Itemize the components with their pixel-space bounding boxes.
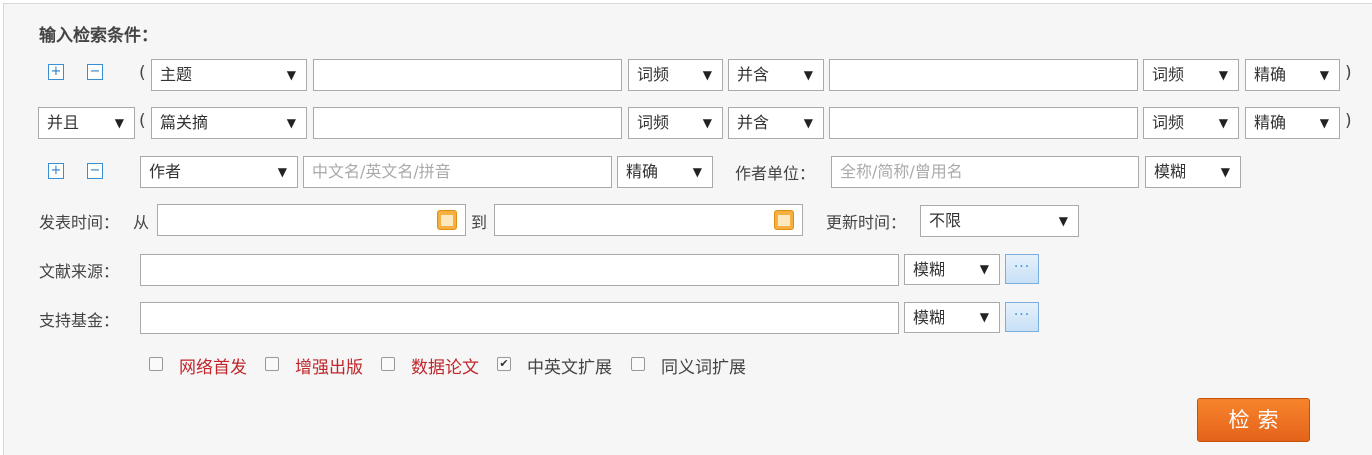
source-match-value: 模糊: [913, 260, 946, 279]
match-select-2-value: 精确: [1254, 113, 1287, 132]
date-from-input[interactable]: [157, 204, 466, 236]
close-paren: ): [1345, 63, 1352, 83]
remove-author-icon[interactable]: −: [87, 163, 103, 179]
checkbox-cn-en-expand[interactable]: ✔: [497, 357, 511, 371]
freq-select-1b-value: 词频: [1152, 65, 1185, 84]
panel-title: 输入检索条件：: [39, 26, 158, 46]
fund-label: 支持基金：: [39, 311, 120, 330]
logic-select-2[interactable]: 并且 ▼: [38, 107, 135, 139]
author-field-select[interactable]: 作者 ▼: [140, 156, 298, 188]
freq-select-2b-value: 词频: [1152, 113, 1185, 132]
match-select-1-value: 精确: [1254, 65, 1287, 84]
chevron-down-icon: ▼: [286, 68, 296, 82]
logic-select-2-value: 并且: [47, 113, 80, 132]
chevron-down-icon: ▼: [1058, 214, 1068, 228]
publish-time-label: 发表时间：: [39, 213, 120, 232]
field-select-2[interactable]: 篇关摘 ▼: [151, 107, 307, 139]
date-to-label: 到: [471, 213, 488, 232]
checkbox-synonym-expand[interactable]: [631, 357, 645, 371]
chevron-down-icon: ▼: [1218, 116, 1228, 130]
chevron-down-icon: ▼: [1220, 165, 1230, 179]
fund-more-button[interactable]: ···: [1005, 302, 1039, 332]
relation-select-1-value: 并含: [737, 65, 770, 84]
source-more-button[interactable]: ···: [1005, 254, 1039, 284]
remove-row-icon[interactable]: −: [87, 64, 103, 80]
update-time-select[interactable]: 不限 ▼: [920, 205, 1079, 237]
checkbox-data-paper[interactable]: [381, 357, 395, 371]
freq-select-1b[interactable]: 词频 ▼: [1143, 59, 1239, 91]
match-select-2[interactable]: 精确 ▼: [1245, 107, 1340, 139]
fund-match-value: 模糊: [913, 308, 946, 327]
match-select-1[interactable]: 精确 ▼: [1245, 59, 1340, 91]
relation-select-2-value: 并含: [737, 113, 770, 132]
chevron-down-icon: ▼: [114, 116, 124, 130]
field-select-1[interactable]: 主题 ▼: [151, 59, 307, 91]
update-time-label: 更新时间：: [826, 213, 907, 232]
field-select-2-value: 篇关摘: [160, 113, 209, 132]
chevron-down-icon: ▼: [277, 165, 287, 179]
fund-input[interactable]: [140, 302, 899, 334]
search-button[interactable]: 检索: [1197, 398, 1310, 442]
chevron-down-icon: ▼: [1319, 116, 1329, 130]
checkbox-enhanced-pub[interactable]: [265, 357, 279, 371]
author-field-select-value: 作者: [149, 162, 182, 181]
checkbox-online-first[interactable]: [149, 357, 163, 371]
keyword-input-1b[interactable]: [829, 59, 1138, 91]
chevron-down-icon: ▼: [803, 116, 813, 130]
update-time-value: 不限: [929, 211, 962, 230]
relation-select-2[interactable]: 并含 ▼: [728, 107, 824, 139]
freq-select-2a-value: 词频: [637, 113, 670, 132]
freq-select-1a-value: 词频: [637, 65, 670, 84]
author-match-select[interactable]: 精确 ▼: [617, 156, 713, 188]
open-paren: (: [139, 111, 146, 131]
option-online-first-label[interactable]: 网络首发: [179, 353, 247, 378]
source-input[interactable]: [140, 254, 899, 286]
date-from-label: 从: [133, 213, 150, 232]
close-paren: ): [1345, 111, 1352, 131]
chevron-down-icon: ▼: [692, 165, 702, 179]
date-to-input[interactable]: [494, 204, 803, 236]
keyword-input-2b[interactable]: [829, 107, 1138, 139]
chevron-down-icon: ▼: [702, 116, 712, 130]
author-match-select-value: 精确: [626, 162, 659, 181]
open-paren: (: [139, 63, 146, 83]
calendar-icon[interactable]: [437, 210, 457, 230]
author-unit-match-value: 模糊: [1154, 162, 1187, 181]
freq-select-1a[interactable]: 词频 ▼: [628, 59, 723, 91]
chevron-down-icon: ▼: [979, 310, 989, 324]
author-unit-match-select[interactable]: 模糊 ▼: [1145, 156, 1241, 188]
relation-select-1[interactable]: 并含 ▼: [728, 59, 824, 91]
add-row-icon[interactable]: +: [48, 64, 64, 80]
freq-select-2a[interactable]: 词频 ▼: [628, 107, 723, 139]
option-enhanced-pub-label[interactable]: 增强出版: [295, 353, 363, 378]
source-label: 文献来源：: [39, 262, 120, 281]
chevron-down-icon: ▼: [286, 116, 296, 130]
keyword-input-1a[interactable]: [313, 59, 622, 91]
source-match-select[interactable]: 模糊 ▼: [904, 254, 1000, 285]
chevron-down-icon: ▼: [1218, 68, 1228, 82]
calendar-icon[interactable]: [774, 210, 794, 230]
keyword-input-2a[interactable]: [313, 107, 622, 139]
freq-select-2b[interactable]: 词频 ▼: [1143, 107, 1239, 139]
option-cn-en-expand-label[interactable]: 中英文扩展: [527, 353, 612, 378]
chevron-down-icon: ▼: [702, 68, 712, 82]
author-unit-input[interactable]: 全称/简称/曾用名: [831, 156, 1139, 188]
author-unit-label: 作者单位：: [735, 164, 816, 183]
fund-match-select[interactable]: 模糊 ▼: [904, 302, 1000, 333]
add-author-icon[interactable]: +: [48, 163, 64, 179]
field-select-1-value: 主题: [160, 65, 193, 84]
chevron-down-icon: ▼: [1319, 68, 1329, 82]
chevron-down-icon: ▼: [803, 68, 813, 82]
author-name-input[interactable]: 中文名/英文名/拼音: [303, 156, 612, 188]
option-synonym-expand-label[interactable]: 同义词扩展: [661, 353, 746, 378]
chevron-down-icon: ▼: [979, 262, 989, 276]
option-data-paper-label[interactable]: 数据论文: [411, 353, 479, 378]
